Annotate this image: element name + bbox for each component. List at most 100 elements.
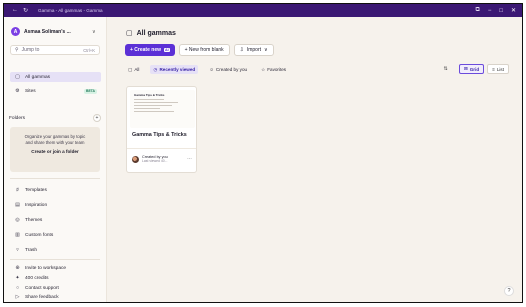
sidebar-item-invite[interactable]: ⊕ Invite to workspace: [10, 263, 101, 273]
sidebar-item-trash[interactable]: ▿ Trash: [10, 245, 101, 255]
page-title: ▢ All gammas: [126, 29, 176, 38]
sidebar-item-share-feedback[interactable]: ▷ Share feedback: [10, 292, 101, 302]
thumbnail-line: [134, 102, 178, 103]
folder-empty-state: Organize your gammas by topic and share …: [10, 127, 100, 172]
folders-header: Folders +: [9, 114, 101, 122]
new-from-blank-button[interactable]: + New from blank: [178, 44, 230, 56]
list-view-button[interactable]: ≡ List: [487, 64, 509, 74]
card-thumbnail: Gamma Tips & Tricks: [130, 90, 195, 128]
search-shortcut: Ctrl+K: [83, 47, 95, 53]
thumbnail-title: Gamma Tips & Tricks: [134, 93, 165, 97]
filter-tabs: ▢ All ◷ Recently viewed ☺ Created by you…: [125, 65, 289, 74]
import-icon: ⇩: [239, 47, 244, 53]
sort-icon[interactable]: ⇅: [444, 66, 448, 72]
browser-nav: ← ↻: [12, 7, 28, 14]
minimize-icon[interactable]: −: [488, 8, 492, 14]
restore-icon[interactable]: ⧉: [476, 7, 480, 14]
more-options-icon[interactable]: …: [187, 155, 192, 161]
filter-label: All: [134, 67, 140, 72]
create-folder-link[interactable]: Create or join a folder: [10, 149, 100, 154]
new-from-blank-label: + New from blank: [184, 47, 224, 53]
filter-label: Created by you: [215, 67, 248, 72]
sidebar-item-label: All gammas: [25, 74, 51, 80]
main-content: ▢ All gammas + Create new AI + New from …: [108, 17, 522, 302]
divider: [10, 259, 100, 260]
chevron-down-icon[interactable]: ∨: [92, 29, 96, 35]
thumbnail-line: [134, 99, 164, 100]
close-icon[interactable]: ✕: [511, 7, 516, 14]
sidebar-item-label: Trash: [25, 247, 38, 253]
workspace-name: Asmaa Soliman's ...: [24, 28, 71, 35]
filter-label: Recently viewed: [159, 67, 196, 72]
filter-recently-viewed[interactable]: ◷ Recently viewed: [150, 65, 199, 74]
filter-created-by-you[interactable]: ☺ Created by you: [206, 65, 250, 74]
sidebar-item-templates[interactable]: ♯ Templates: [10, 185, 101, 195]
sidebar-item-label: Share feedback: [25, 294, 59, 300]
filter-favorites[interactable]: ☆ Favorites: [258, 65, 289, 74]
credits-icon: ✦: [15, 275, 20, 281]
folders-label: Folders: [9, 115, 25, 121]
help-button[interactable]: ?: [504, 286, 514, 296]
sites-icon: ⚙: [15, 88, 20, 94]
sidebar-item-themes[interactable]: ◎ Themes: [10, 215, 101, 225]
reload-icon[interactable]: ↻: [23, 7, 28, 14]
action-buttons: + Create new AI + New from blank ⇩ Impor…: [125, 44, 274, 56]
ai-badge: AI: [164, 48, 170, 52]
card-meta-text: Created by you Last viewed 40...: [142, 155, 168, 163]
thumbnail-line: [134, 108, 160, 109]
grid-label: Grid: [469, 66, 480, 72]
avatar: [132, 155, 139, 163]
back-icon[interactable]: ←: [12, 7, 18, 14]
page-title-text: All gammas: [136, 29, 176, 37]
chevron-down-icon: ∨: [264, 47, 268, 53]
create-new-button[interactable]: + Create new AI: [125, 44, 175, 56]
sidebar-item-custom-fonts[interactable]: ▥ Custom fonts: [10, 230, 101, 240]
card-title: Gamma Tips & Tricks: [132, 132, 187, 138]
workspace-switcher[interactable]: A Asmaa Soliman's ...: [11, 27, 71, 36]
templates-icon: ♯: [16, 187, 19, 193]
create-new-label: + Create new: [130, 47, 161, 53]
feedback-icon: ▷: [15, 294, 20, 300]
grid-icon: ⊞: [463, 66, 468, 71]
avatar: A: [11, 27, 20, 36]
list-label: List: [496, 66, 504, 72]
clock-icon: ◷: [153, 66, 158, 72]
gammas-icon: ▢: [126, 30, 133, 37]
sidebar: A Asmaa Soliman's ... ∨ ⚲ Jump to Ctrl+K…: [4, 17, 107, 302]
invite-icon: ⊕: [15, 265, 20, 271]
filter-all[interactable]: ▢ All: [125, 65, 142, 74]
import-label: Import: [246, 47, 262, 53]
import-button[interactable]: ⇩ Import ∨: [233, 44, 274, 56]
gamma-card[interactable]: Gamma Tips & Tricks Gamma Tips & Tricks …: [126, 86, 197, 173]
sidebar-item-label: Invite to workspace: [25, 265, 67, 271]
sidebar-item-label: 400 credits: [25, 275, 49, 281]
card-meta: Created by you Last viewed 40...: [132, 155, 168, 163]
app-body: A Asmaa Soliman's ... ∨ ⚲ Jump to Ctrl+K…: [4, 17, 522, 302]
all-gammas-icon: ▢: [15, 74, 20, 80]
search-placeholder: Jump to: [21, 47, 40, 53]
sidebar-item-label: Sites: [25, 88, 36, 94]
sidebar-item-all-gammas[interactable]: ▢ All gammas: [10, 72, 101, 82]
grid-view-button[interactable]: ⊞ Grid: [458, 64, 485, 74]
sidebar-item-inspiration[interactable]: ▤ Inspiration: [10, 200, 101, 210]
star-icon: ☆: [261, 66, 266, 72]
trash-icon: ▿: [16, 247, 19, 253]
thumbnail-line: [134, 111, 174, 112]
sidebar-item-sites[interactable]: ⚙ Sites BETA: [10, 86, 101, 96]
add-folder-icon[interactable]: +: [93, 114, 101, 122]
user-icon: ☺: [209, 67, 214, 72]
app-window: ← ↻ Gamma - All gammas - Gamma ⧉ − □ ✕ A…: [3, 3, 523, 303]
maximize-icon[interactable]: □: [499, 8, 503, 14]
sidebar-item-credits[interactable]: ✦ 400 credits: [10, 273, 101, 283]
sidebar-item-label: Contact support: [25, 285, 59, 291]
beta-badge: BETA: [84, 88, 97, 94]
sidebar-item-label: Templates: [25, 187, 47, 193]
search-input[interactable]: ⚲ Jump to Ctrl+K: [10, 45, 100, 55]
folder-description: Organize your gammas by topic and share …: [24, 134, 86, 145]
divider: [127, 148, 196, 149]
divider: [10, 178, 100, 179]
all-icon: ▢: [128, 66, 133, 72]
sidebar-item-label: Inspiration: [25, 202, 48, 208]
card-timestamp: Last viewed 40...: [142, 159, 168, 163]
inspiration-icon: ▤: [15, 202, 20, 208]
